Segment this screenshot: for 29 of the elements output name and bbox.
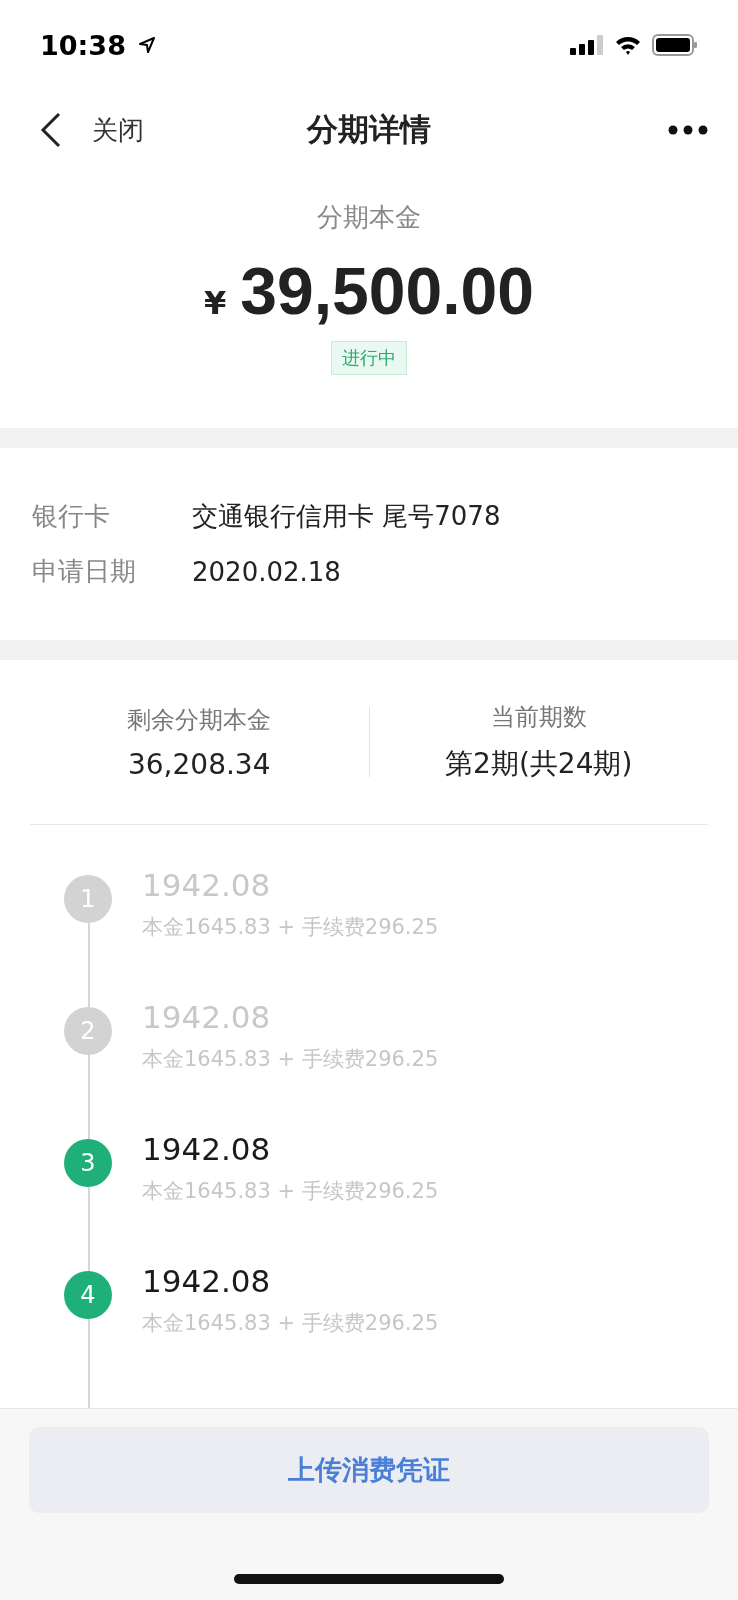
installment-amount: 1942.08 bbox=[142, 1131, 272, 1167]
wifi-icon bbox=[614, 35, 642, 55]
info-value: 2020.02.18 bbox=[192, 556, 341, 587]
info-value: 交通银行信用卡 尾号7078 bbox=[192, 500, 501, 533]
summary-value: 36,208.34 bbox=[128, 747, 271, 781]
period-number: 4 bbox=[64, 1271, 112, 1319]
installment-detail: 本金1645.83 + 手续费296.25 bbox=[142, 914, 439, 941]
summary-value: 第2期(共24期) bbox=[445, 746, 633, 782]
battery-icon bbox=[652, 34, 698, 56]
signal-icon bbox=[570, 35, 604, 55]
principal-label: 分期本金 bbox=[317, 201, 421, 234]
installment-detail: 本金1645.83 + 手续费296.25 bbox=[142, 1046, 439, 1073]
location-arrow-icon bbox=[137, 36, 156, 54]
installment-detail: 本金1645.83 + 手续费296.25 bbox=[142, 1310, 439, 1337]
summary-label: 当前期数 bbox=[490, 702, 587, 733]
info-label: 申请日期 bbox=[32, 555, 137, 588]
close-button[interactable]: 关闭 bbox=[40, 112, 144, 148]
installment-amount: 1942.08 bbox=[142, 1263, 272, 1299]
summary-label: 剩余分期本金 bbox=[127, 704, 272, 736]
status-time: 10:38 bbox=[40, 29, 126, 61]
installment-detail: 本金1645.83 + 手续费296.25 bbox=[142, 1178, 439, 1205]
status-tag: 进行中 bbox=[331, 341, 407, 375]
principal-amount: 39,500.00 bbox=[240, 253, 534, 329]
period-number: 3 bbox=[64, 1139, 112, 1187]
info-label: 银行卡 bbox=[32, 500, 111, 533]
currency-symbol: ¥ bbox=[204, 284, 227, 322]
more-icon[interactable] bbox=[668, 125, 708, 135]
page-title: 分期详情 bbox=[307, 110, 431, 149]
back-chevron-icon bbox=[40, 112, 62, 148]
